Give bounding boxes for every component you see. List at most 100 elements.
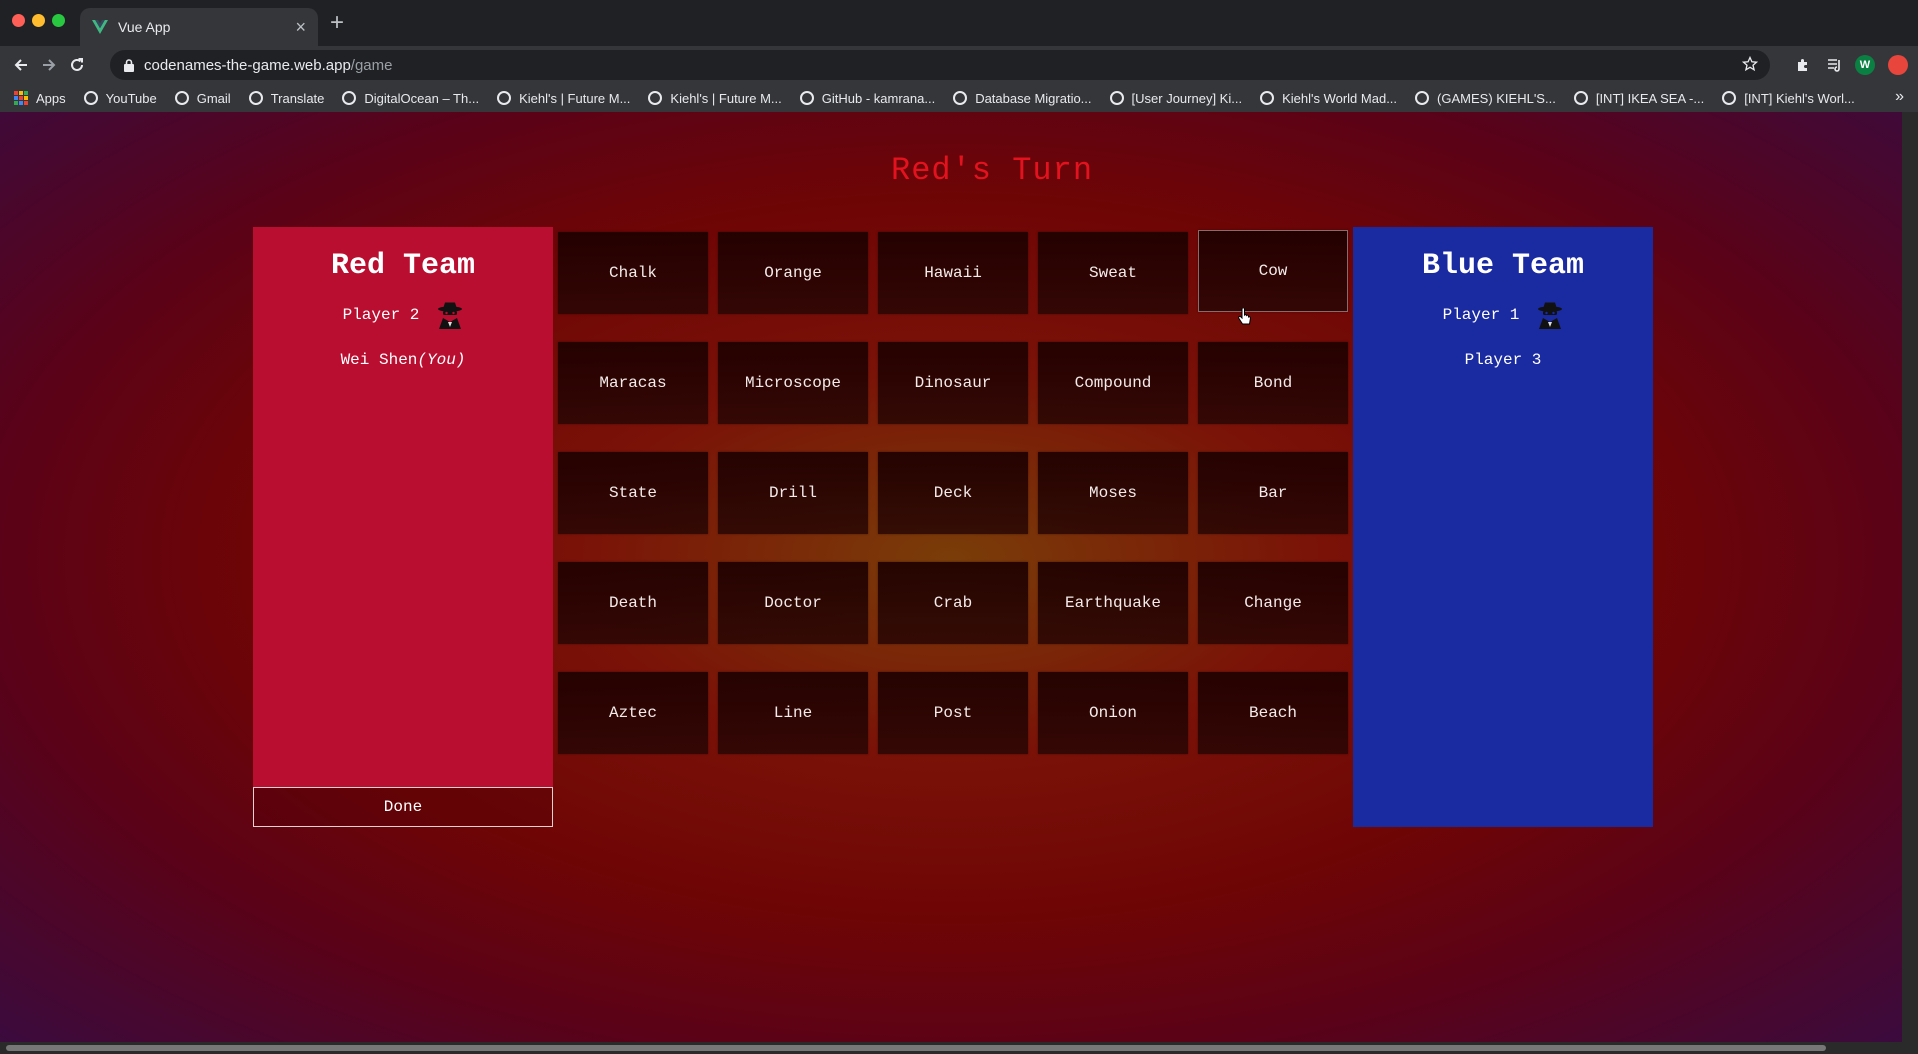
blue-team-member: Player 3 bbox=[1464, 351, 1542, 369]
tab-bar: Vue App × + bbox=[0, 0, 1918, 46]
extensions-icon[interactable] bbox=[1792, 54, 1814, 76]
bookmark-item[interactable]: Kiehl's | Future M... bbox=[497, 91, 630, 106]
globe-icon bbox=[1722, 91, 1737, 105]
globe-icon bbox=[174, 91, 189, 105]
bookmark-item[interactable]: [User Journey] Ki... bbox=[1109, 91, 1242, 106]
bookmark-item[interactable]: Kiehl's | Future M... bbox=[648, 91, 782, 106]
member-name: Wei Shen bbox=[340, 351, 418, 369]
forward-button[interactable] bbox=[38, 54, 60, 76]
pointer-cursor-icon bbox=[1238, 307, 1252, 331]
spy-icon bbox=[1537, 301, 1563, 329]
word-card[interactable]: Deck bbox=[878, 452, 1028, 534]
reload-icon bbox=[71, 58, 83, 71]
game-page: Red's Turn Red Team Player 2 Wei Shen(Yo… bbox=[0, 112, 1902, 1042]
word-card[interactable]: Maracas bbox=[558, 342, 708, 424]
url-path: /game bbox=[350, 56, 393, 74]
vue-logo-icon bbox=[92, 19, 108, 35]
globe-icon bbox=[1109, 91, 1124, 105]
bookmarks-overflow-icon[interactable]: » bbox=[1895, 88, 1904, 106]
globe-icon bbox=[1260, 91, 1275, 105]
bookmark-item[interactable]: YouTube bbox=[83, 91, 157, 106]
bookmark-item[interactable]: [INT] Kiehl's Worl... bbox=[1722, 91, 1855, 106]
you-label: (You) bbox=[417, 351, 466, 369]
globe-icon bbox=[648, 91, 663, 105]
horizontal-scrollbar[interactable] bbox=[0, 1042, 1918, 1054]
bookmark-star-icon[interactable] bbox=[1741, 55, 1759, 77]
word-card[interactable]: Compound bbox=[1038, 342, 1188, 424]
blue-team-panel: Blue Team Player 1 Player 3 bbox=[1353, 227, 1653, 827]
browser-toolbar: codenames-the-game.web.app/game W bbox=[0, 46, 1918, 84]
word-card[interactable]: Bond bbox=[1198, 342, 1348, 424]
bookmark-item[interactable]: Gmail bbox=[174, 91, 231, 106]
word-card[interactable]: Line bbox=[718, 672, 868, 754]
profile-avatar[interactable]: W bbox=[1855, 55, 1875, 75]
globe-icon bbox=[342, 91, 357, 105]
globe-icon bbox=[248, 91, 263, 105]
blue-spymaster: Player 1 bbox=[1353, 301, 1653, 329]
word-card[interactable]: Orange bbox=[718, 232, 868, 314]
vertical-scrollbar[interactable] bbox=[1902, 112, 1918, 1042]
bookmark-item[interactable]: Translate bbox=[248, 91, 324, 106]
word-card[interactable]: Drill bbox=[718, 452, 868, 534]
new-tab-button[interactable]: + bbox=[330, 10, 344, 36]
globe-icon bbox=[497, 91, 512, 105]
address-bar[interactable]: codenames-the-game.web.app/game bbox=[110, 50, 1770, 80]
word-card[interactable]: Bar bbox=[1198, 452, 1348, 534]
word-card[interactable]: Doctor bbox=[718, 562, 868, 644]
scrollbar-thumb[interactable] bbox=[6, 1045, 1826, 1051]
url-host: codenames-the-game.web.app bbox=[144, 56, 351, 74]
spy-icon bbox=[437, 301, 463, 329]
lock-icon bbox=[124, 58, 134, 72]
globe-icon bbox=[1573, 91, 1588, 105]
globe-icon bbox=[953, 91, 968, 105]
globe-icon bbox=[83, 91, 98, 105]
maximize-window-button[interactable] bbox=[52, 14, 65, 27]
extension-icon[interactable] bbox=[1888, 55, 1908, 75]
blue-spymaster-name: Player 1 bbox=[1442, 306, 1520, 324]
red-spymaster-name: Player 2 bbox=[342, 306, 420, 324]
word-card[interactable]: Beach bbox=[1198, 672, 1348, 754]
word-card[interactable]: Aztec bbox=[558, 672, 708, 754]
word-card[interactable]: Hawaii bbox=[878, 232, 1028, 314]
word-card[interactable]: Microscope bbox=[718, 342, 868, 424]
close-window-button[interactable] bbox=[12, 14, 25, 27]
globe-icon bbox=[799, 91, 814, 105]
arrow-right-icon bbox=[43, 59, 56, 71]
bookmark-item[interactable]: [INT] IKEA SEA -... bbox=[1573, 91, 1704, 106]
turn-indicator: Red's Turn bbox=[890, 152, 1094, 189]
red-team-name: Red Team bbox=[330, 249, 476, 283]
back-button[interactable] bbox=[10, 54, 32, 76]
bookmark-item[interactable]: DigitalOcean – Th... bbox=[342, 91, 479, 106]
globe-icon bbox=[1415, 91, 1430, 105]
word-card[interactable]: Cow bbox=[1198, 230, 1348, 312]
blue-team-name: Blue Team bbox=[1421, 249, 1585, 283]
browser-tab[interactable]: Vue App × bbox=[80, 8, 318, 46]
word-card[interactable]: Chalk bbox=[558, 232, 708, 314]
word-card[interactable]: Earthquake bbox=[1038, 562, 1188, 644]
minimize-window-button[interactable] bbox=[32, 14, 45, 27]
reload-button[interactable] bbox=[66, 54, 88, 76]
word-card[interactable]: Moses bbox=[1038, 452, 1188, 534]
apps-grid-icon bbox=[14, 91, 28, 105]
bookmark-item[interactable]: Database Migratio... bbox=[953, 91, 1092, 106]
bookmark-item[interactable]: Kiehl's World Mad... bbox=[1260, 91, 1397, 106]
word-card[interactable]: Crab bbox=[878, 562, 1028, 644]
red-spymaster: Player 2 bbox=[253, 301, 553, 329]
word-card[interactable]: Dinosaur bbox=[878, 342, 1028, 424]
red-team-panel: Red Team Player 2 Wei Shen(You) bbox=[253, 227, 553, 787]
word-card[interactable]: Sweat bbox=[1038, 232, 1188, 314]
tab-title: Vue App bbox=[118, 19, 171, 35]
word-card[interactable]: Change bbox=[1198, 562, 1348, 644]
word-card[interactable]: State bbox=[558, 452, 708, 534]
tab-close-icon[interactable]: × bbox=[295, 18, 306, 36]
red-team-member: Wei Shen(You) bbox=[253, 351, 553, 369]
word-card[interactable]: Post bbox=[878, 672, 1028, 754]
word-card[interactable]: Death bbox=[558, 562, 708, 644]
bookmark-apps[interactable]: Apps bbox=[14, 91, 66, 106]
bookmark-item[interactable]: GitHub - kamrana... bbox=[799, 91, 935, 106]
media-controls-icon[interactable] bbox=[1824, 54, 1846, 76]
arrow-left-icon bbox=[14, 59, 27, 71]
done-button[interactable]: Done bbox=[253, 787, 553, 827]
word-card[interactable]: Onion bbox=[1038, 672, 1188, 754]
bookmark-item[interactable]: (GAMES) KIEHL'S... bbox=[1415, 91, 1556, 106]
